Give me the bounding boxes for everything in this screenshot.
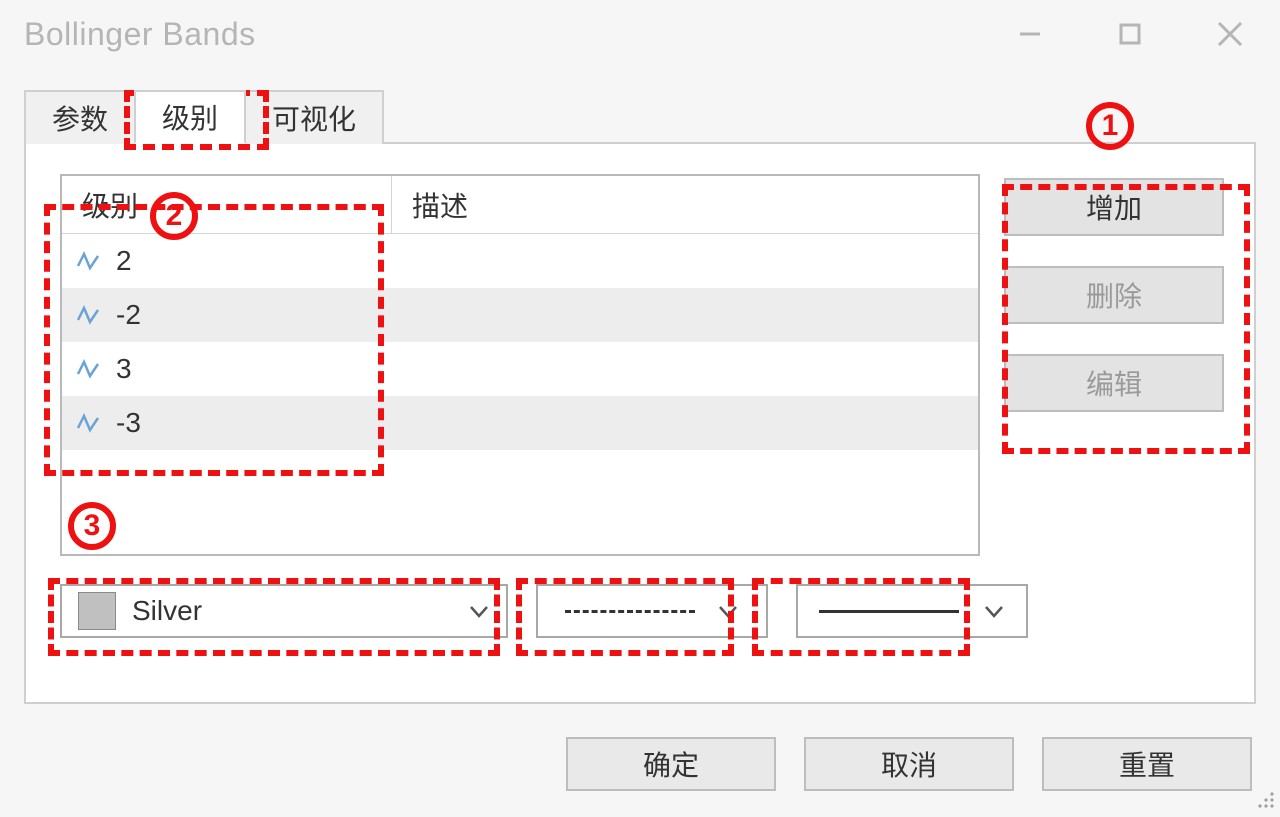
wave-icon <box>76 250 102 272</box>
window-controls <box>980 0 1280 68</box>
color-swatch-icon <box>78 592 116 630</box>
reset-button[interactable]: 重置 <box>1042 737 1252 791</box>
close-icon <box>1215 19 1245 49</box>
cancel-button[interactable]: 取消 <box>804 737 1014 791</box>
style-row: Silver <box>60 584 1224 638</box>
maximize-button[interactable] <box>1080 0 1180 68</box>
tab-strip: 参数 级别 可视化 <box>24 88 1256 144</box>
level-value: 3 <box>116 353 132 385</box>
tab-parameters[interactable]: 参数 <box>24 90 136 144</box>
resize-grip-icon[interactable] <box>1254 788 1276 815</box>
level-value: 2 <box>116 245 132 277</box>
minimize-button[interactable] <box>980 0 1080 68</box>
level-value: -3 <box>116 407 141 439</box>
maximize-icon <box>1118 22 1142 46</box>
chevron-down-icon <box>717 600 739 622</box>
ok-button[interactable]: 确定 <box>566 737 776 791</box>
tab-visualization[interactable]: 可视化 <box>244 90 384 144</box>
wave-icon <box>76 358 102 380</box>
side-buttons: 增加 删除 编辑 <box>1004 174 1224 556</box>
header-level[interactable]: 级别 <box>62 176 392 233</box>
tab-levels[interactable]: 级别 <box>134 90 246 144</box>
add-button[interactable]: 增加 <box>1004 178 1224 236</box>
close-button[interactable] <box>1180 0 1280 68</box>
line-width-select[interactable] <box>796 584 1028 638</box>
color-name: Silver <box>132 595 202 627</box>
wave-icon <box>76 412 102 434</box>
chevron-down-icon <box>983 600 1005 622</box>
chevron-down-icon <box>468 600 490 622</box>
table-row[interactable]: 2 <box>62 234 978 288</box>
table-row[interactable]: 3 <box>62 342 978 396</box>
wave-icon <box>76 304 102 326</box>
levels-table-header: 级别 描述 <box>62 176 978 234</box>
minimize-icon <box>1016 20 1044 48</box>
solid-line-icon <box>819 610 959 613</box>
color-select[interactable]: Silver <box>60 584 508 638</box>
level-value: -2 <box>116 299 141 331</box>
table-row[interactable]: -2 <box>62 288 978 342</box>
table-row[interactable]: -3 <box>62 396 978 450</box>
edit-button[interactable]: 编辑 <box>1004 354 1224 412</box>
dashed-line-icon <box>565 610 695 613</box>
levels-table[interactable]: 级别 描述 2 <box>60 174 980 556</box>
dialog-buttons: 确定 取消 重置 <box>566 737 1252 791</box>
line-style-select[interactable] <box>536 584 768 638</box>
window-title: Bollinger Bands <box>24 16 256 53</box>
tab-container: 参数 级别 可视化 级别 描述 2 <box>0 68 1280 704</box>
levels-panel: 级别 描述 2 <box>24 144 1256 704</box>
header-desc[interactable]: 描述 <box>392 176 978 233</box>
title-bar: Bollinger Bands <box>0 0 1280 68</box>
delete-button[interactable]: 删除 <box>1004 266 1224 324</box>
